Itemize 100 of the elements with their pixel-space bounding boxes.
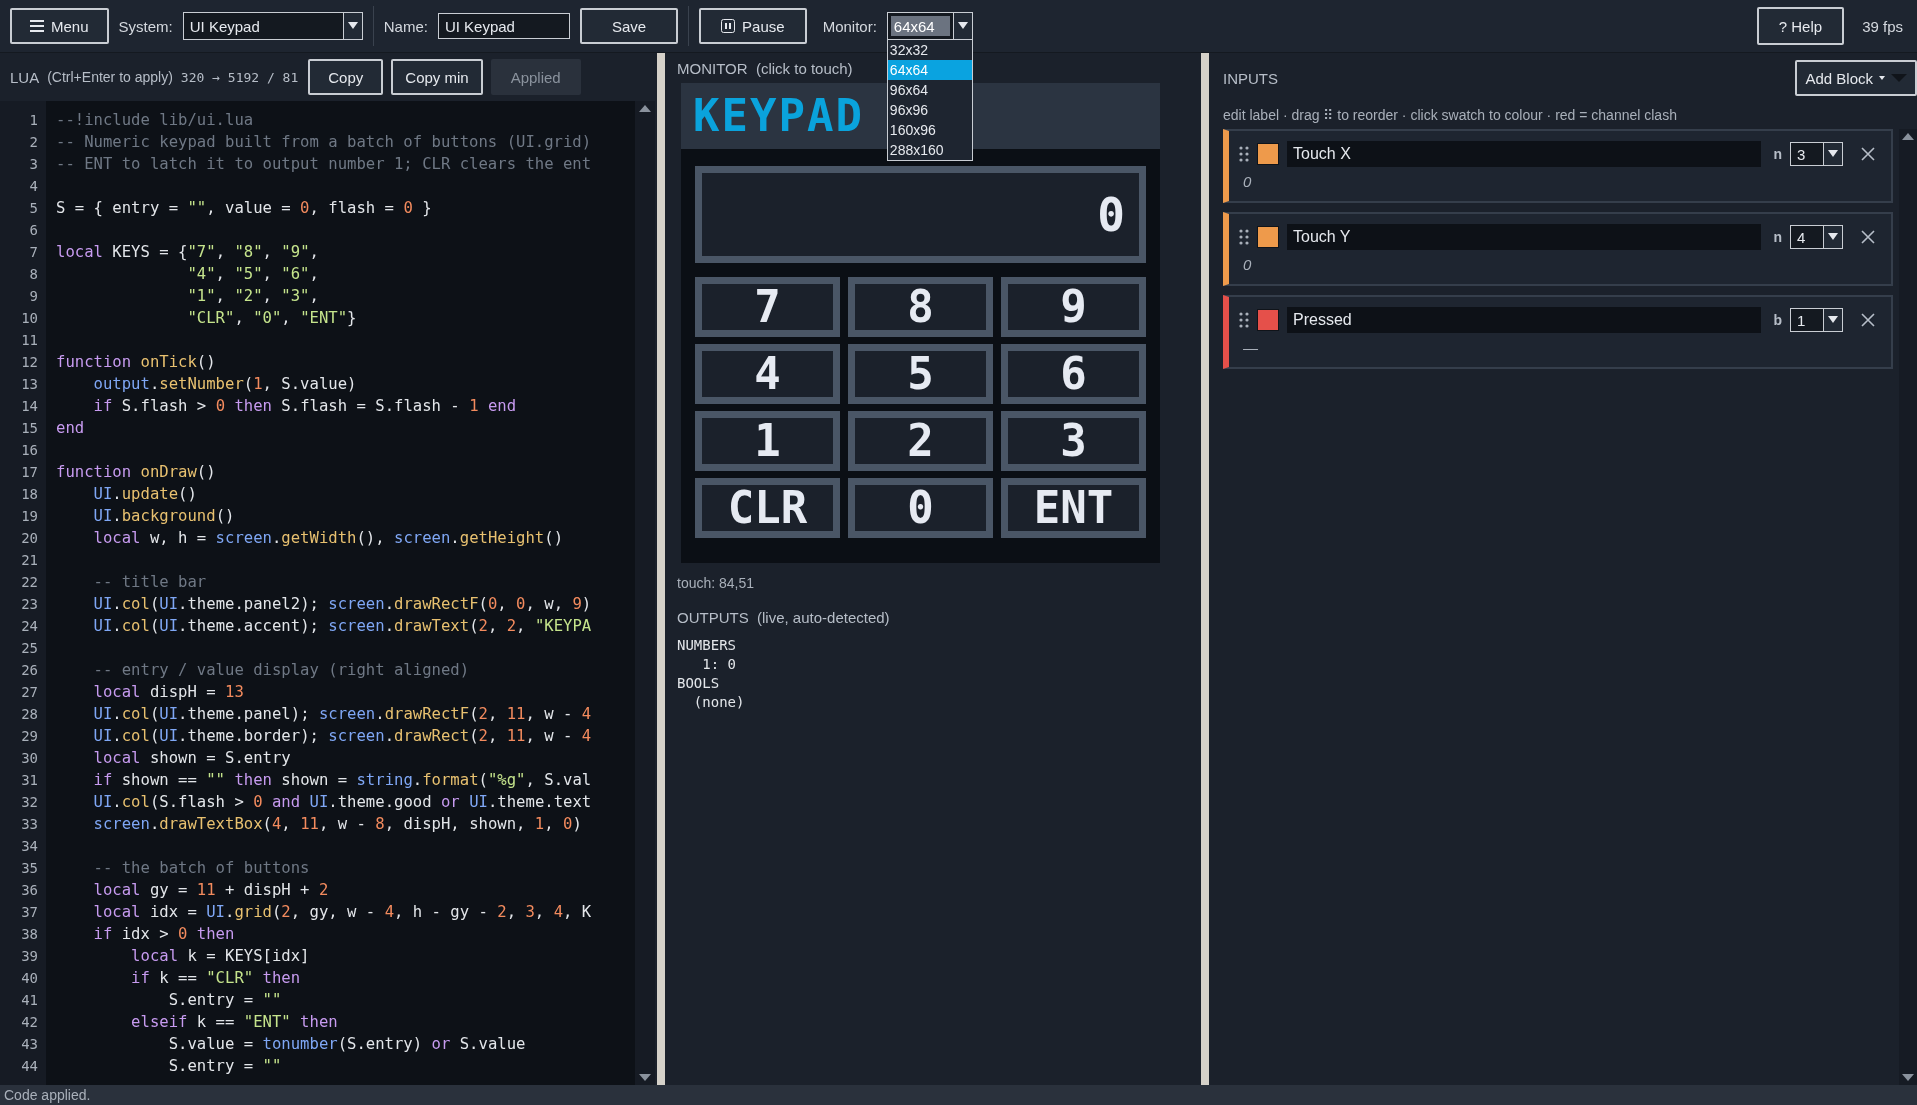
menu-button[interactable]: Menu [10, 8, 109, 44]
name-field[interactable]: UI Keypad [437, 13, 570, 39]
code-line: if shown == "" then shown = string.format("%g", S.val [92, 770, 592, 791]
code-line: -- Numeric keypad built from a batch of buttons (UI.grid) [56, 132, 592, 153]
caret-icon [1828, 316, 1838, 324]
keypad-key[interactable]: CLR [695, 478, 840, 538]
color-swatch[interactable] [1257, 143, 1279, 165]
code-line: local shown = S.entry [92, 748, 291, 769]
channel-select[interactable]: 3 [1790, 142, 1843, 166]
scrollbar[interactable] [635, 101, 655, 1085]
splitter[interactable] [1199, 53, 1211, 1085]
code-line: UI.col(UI.theme.accent); screen.drawText(2, 2, "KEYPA [92, 616, 592, 637]
drag-handle-icon[interactable] [1239, 146, 1249, 162]
close-icon[interactable] [1861, 147, 1875, 161]
code-line: UI.col(UI.theme.panel); screen.drawRectF(2, 11, w - 4 [92, 704, 592, 725]
dropdown-option[interactable]: 288x160 [887, 140, 972, 160]
caret-icon [347, 22, 358, 30]
panel-title: LUA [10, 68, 40, 86]
add-block-button[interactable]: Add Block [1795, 60, 1917, 96]
line-number: 20 [20, 529, 39, 548]
line-number: 18 [20, 485, 39, 504]
section-hint: (live, auto-detected) [757, 609, 890, 626]
keypad-key[interactable]: 2 [848, 411, 993, 471]
output-line: BOOLS [677, 674, 721, 693]
line-number: 22 [20, 573, 39, 592]
dropdown-option[interactable]: 160x96 [887, 120, 972, 140]
copy-button[interactable]: Copy [308, 59, 384, 95]
splitter[interactable] [655, 53, 667, 1085]
line-number: 39 [20, 947, 39, 966]
code-line: S.entry = "" [167, 990, 282, 1011]
keypad-key[interactable]: 9 [1001, 277, 1146, 337]
save-button[interactable]: Save [579, 8, 679, 44]
line-number: 19 [20, 507, 39, 526]
keypad-key[interactable]: 1 [695, 411, 840, 471]
close-icon[interactable] [1861, 230, 1875, 244]
label-field[interactable]: Touch X [1287, 141, 1762, 167]
line-number: 23 [20, 595, 39, 614]
pause-button[interactable]: Pause [699, 8, 807, 44]
channel-select[interactable]: 1 [1790, 308, 1843, 332]
type-label: b [1773, 312, 1782, 328]
code-line: if k == "CLR" then [130, 968, 301, 989]
line-number: 5 [28, 199, 39, 218]
code-line: -- title bar [92, 572, 207, 593]
dropdown-option[interactable]: 32x32 [887, 40, 972, 60]
menu-icon [30, 20, 44, 32]
line-number: 28 [20, 705, 39, 724]
drag-handle-icon[interactable] [1239, 312, 1249, 328]
dropdown-option[interactable]: 96x96 [887, 100, 972, 120]
color-swatch[interactable] [1257, 226, 1279, 248]
code-line: -- entry / value display (right aligned) [92, 660, 470, 681]
code-editor[interactable] [0, 101, 655, 1085]
monitor-select[interactable]: 64x64 [886, 12, 973, 40]
section-title: OUTPUTS [677, 609, 749, 626]
code-line: function onTick() [56, 352, 216, 373]
system-select[interactable]: UI Keypad [182, 12, 363, 40]
keypad-key[interactable]: ENT [1001, 478, 1146, 538]
keypad-key[interactable]: 3 [1001, 411, 1146, 471]
line-number: 38 [20, 925, 39, 944]
label-field[interactable]: Touch Y [1287, 224, 1762, 250]
keypad-key[interactable]: 7 [695, 277, 840, 337]
code-line: local dispH = 13 [92, 682, 244, 703]
label-field[interactable]: Pressed [1287, 307, 1762, 333]
code-line: "4", "5", "6", [186, 264, 319, 285]
copy-button[interactable]: Copy min [391, 59, 483, 95]
code-line: S.entry = "" [167, 1056, 282, 1077]
line-number: 16 [20, 441, 39, 460]
help-button[interactable]: ? Help [1756, 7, 1845, 45]
line-number: 9 [28, 287, 39, 306]
close-icon[interactable] [1861, 313, 1875, 327]
keypad-key[interactable]: 0 [848, 478, 993, 538]
code-line: local w, h = screen.getWidth(), screen.getHeight() [92, 528, 564, 549]
color-swatch[interactable] [1257, 309, 1279, 331]
line-number: 34 [20, 837, 39, 856]
code-line: local KEYS = {"7", "8", "9", [56, 242, 319, 263]
scrollbar[interactable] [1899, 129, 1917, 1085]
code-line: local idx = UI.grid(2, gy, w - 4, h - gy - 2, 3, 4, K [92, 902, 592, 923]
dropdown-option[interactable]: 96x64 [887, 80, 972, 100]
line-number: 12 [20, 353, 39, 372]
line-number: 41 [20, 991, 39, 1010]
keypad-key[interactable]: 5 [848, 344, 993, 404]
line-number: 7 [28, 243, 39, 262]
line-number: 21 [20, 551, 39, 570]
caret-icon [957, 22, 968, 30]
line-number: 8 [28, 265, 39, 284]
keypad-key[interactable]: 8 [848, 277, 993, 337]
code-line: if idx > 0 then [92, 924, 235, 945]
channel-select[interactable]: 4 [1790, 225, 1843, 249]
line-number: 35 [20, 859, 39, 878]
code-line: UI.col(UI.theme.panel2); screen.drawRectF(0, 0, w, 9) [92, 594, 592, 615]
line-number: 44 [20, 1057, 39, 1076]
line-number: 1 [28, 111, 39, 130]
line-number: 31 [20, 771, 39, 790]
block-value: 0 [1242, 256, 1253, 273]
drag-handle-icon[interactable] [1239, 229, 1249, 245]
line-number: 27 [20, 683, 39, 702]
code-line: UI.update() [92, 484, 197, 505]
line-number: 24 [20, 617, 39, 636]
touch-readout: touch: 84,51 [677, 575, 756, 591]
keypad-key[interactable]: 6 [1001, 344, 1146, 404]
keypad-key[interactable]: 4 [695, 344, 840, 404]
